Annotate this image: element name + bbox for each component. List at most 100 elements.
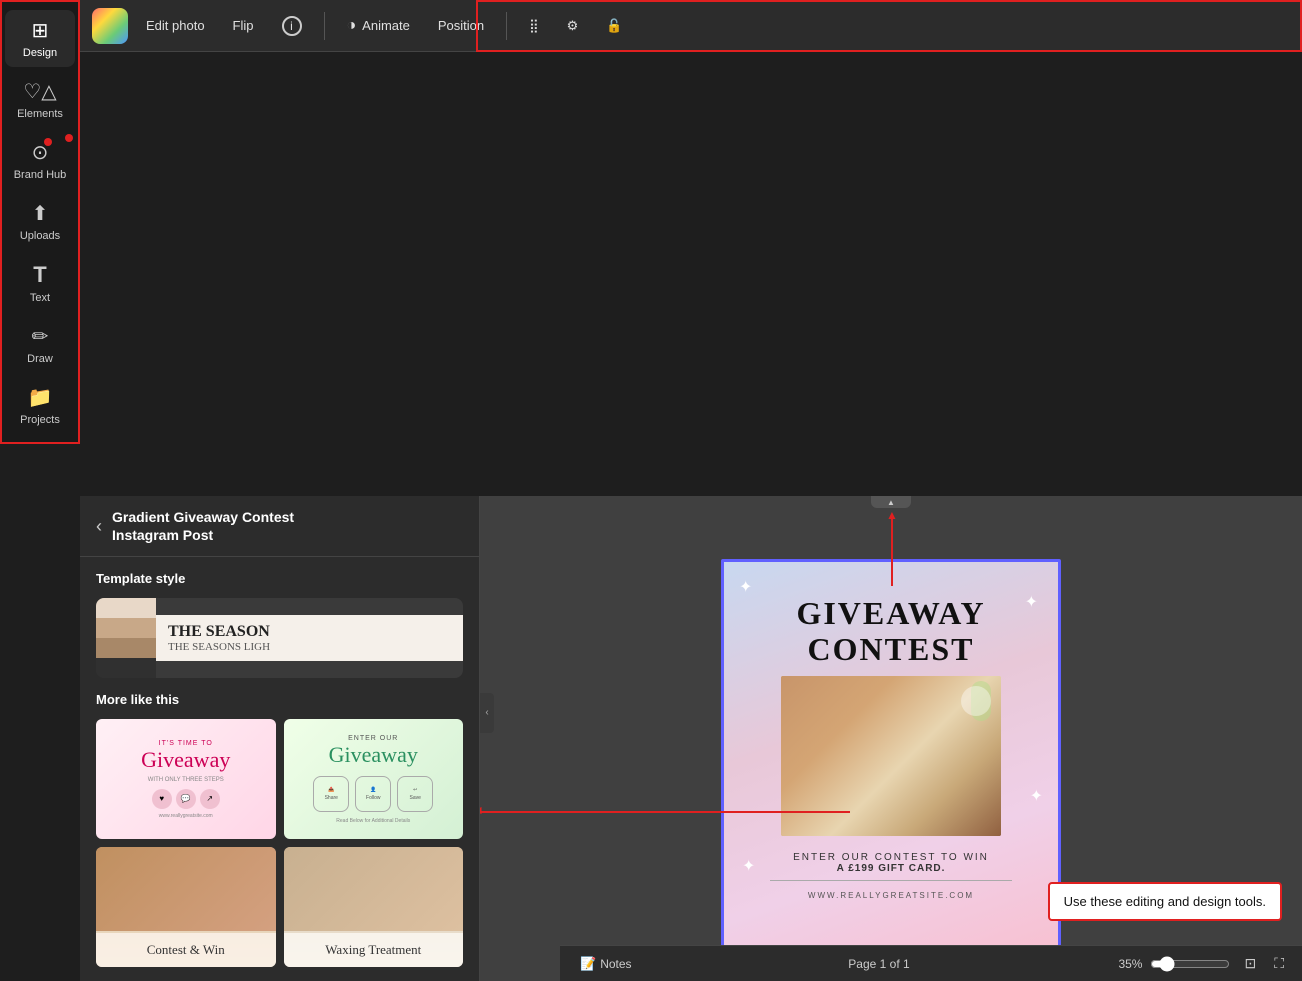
panel-wrapper: ‹ Gradient Giveaway Contest Instagram Po… (80, 444, 480, 981)
fullscreen-button[interactable]: ⛶ (1268, 953, 1290, 974)
canvas-content: ▲ ◄ 🗑 ··· ↻ (480, 496, 1302, 981)
edit-photo-button[interactable]: Edit photo (136, 12, 215, 39)
top-toolbar: Edit photo Flip i ◑ Animate Position ⣿ ⚙… (80, 0, 1302, 52)
t4-text: Waxing Treatment (325, 942, 421, 957)
red-arrow-left-icon: ◄ (480, 803, 484, 817)
t2-footer: Read Below for Additional Details (336, 818, 410, 824)
template-style-section: Template style THE SEASON THE SEASONS LI… (80, 557, 479, 692)
sidebar-item-draw-label: Draw (27, 353, 53, 365)
panel-collapse-button[interactable]: ‹ (480, 693, 494, 733)
t3-text-area: Contest & Win (96, 933, 276, 967)
swatch-4 (96, 658, 156, 678)
t1-sub: WITH ONLY THREE STEPS (148, 777, 224, 783)
swatch-1 (96, 598, 156, 618)
elements-icon: ♡△ (23, 79, 56, 104)
design-subtitle: ENTER OUR CONTEST TO WIN (793, 852, 989, 863)
info-icon: i (282, 16, 302, 36)
grid-icon: ⣿ (529, 18, 539, 34)
text-icon: T (33, 262, 46, 288)
template-style-card[interactable]: THE SEASON THE SEASONS LIGH (96, 598, 463, 678)
template-thumb-4[interactable]: Waxing Treatment (284, 847, 464, 967)
lock-button[interactable]: 🔓 (596, 12, 632, 40)
grid-button[interactable]: ⣿ (519, 12, 549, 40)
t1-title: IT'S TIME TO (159, 740, 213, 747)
sidebar-item-uploads[interactable]: ⬆ Uploads (5, 193, 75, 250)
t2-title: ENTER OUR (348, 735, 398, 742)
template-thumb-3[interactable]: Contest & Win (96, 847, 276, 967)
sparkle-4: ✦ (1030, 786, 1043, 806)
t2-step3: ↩Save (397, 776, 433, 812)
brand-hub-icon: ⊙ (32, 140, 49, 165)
sidebar-item-projects-label: Projects (20, 414, 60, 426)
draw-icon: ✏ (32, 324, 49, 349)
position-button[interactable]: Position (428, 12, 494, 39)
design-prize: A £199 GIFT CARD. (837, 863, 946, 874)
design-website: WWW.REALLYGREATSITE.COM (808, 891, 974, 900)
red-arrow-up-icon: ▲ (886, 508, 898, 522)
toolbar-divider-1 (324, 12, 325, 40)
plant-decor (971, 681, 991, 721)
lock-icon: 🔓 (606, 18, 622, 34)
projects-icon: 📁 (28, 385, 53, 410)
template-text-preview: THE SEASON THE SEASONS LIGH (156, 615, 463, 661)
notes-button[interactable]: 📝 Notes (572, 952, 640, 976)
panel-back-button[interactable]: ‹ (96, 516, 102, 537)
contest-heading: CONTEST (808, 631, 975, 668)
t3-text: Contest & Win (147, 942, 225, 957)
template-text-line1: THE SEASON (168, 623, 451, 641)
template-thumb-1[interactable]: IT'S TIME TO Giveaway WITH ONLY THREE ST… (96, 719, 276, 839)
sidebar-item-projects[interactable]: 📁 Projects (5, 377, 75, 434)
animate-icon: ◑ (347, 17, 357, 35)
sidebar-item-text[interactable]: T Text (5, 254, 75, 312)
zoom-value: 35% (1118, 957, 1142, 971)
sparkle-3: ✦ (742, 856, 755, 876)
design-icon: ⊞ (32, 18, 49, 43)
sidebar-item-elements[interactable]: ♡△ Elements (5, 71, 75, 128)
sidebar-item-brand-hub[interactable]: ⊙ Brand Hub (5, 132, 75, 189)
align-button[interactable]: ⚙ (557, 12, 589, 40)
t3-photo-area (96, 847, 276, 931)
t1-icons: ♥ 💬 ↗ (152, 789, 220, 809)
notes-icon: 📝 (580, 956, 596, 972)
template-thumb-2[interactable]: ENTER OUR Giveaway 📤Share 👤Follow ↩Save … (284, 719, 464, 839)
sparkle-1: ✦ (739, 577, 752, 597)
canvas-scroll[interactable]: ▲ ◄ 🗑 ··· ↻ (480, 496, 1302, 981)
color-swatches (96, 598, 156, 678)
bottom-bar: 📝 Notes Page 1 of 1 35% ⊡ ⛶ (560, 945, 1302, 981)
left-sidebar: ⊞ Design ♡△ Elements ⊙ Brand Hub ⬆ Uploa… (0, 0, 80, 444)
fit-screen-button[interactable]: ⊡ (1238, 953, 1262, 974)
info-button[interactable]: i (272, 10, 312, 42)
flip-button[interactable]: Flip (223, 12, 264, 39)
t2-step2: 👤Follow (355, 776, 391, 812)
sidebar-item-design-label: Design (23, 47, 57, 59)
design-panel: ‹ Gradient Giveaway Contest Instagram Po… (80, 496, 480, 981)
t1-website: www.reallygreatsite.com (159, 813, 213, 819)
swatch-2 (96, 618, 156, 638)
more-like-this-title: More like this (96, 692, 463, 707)
tooltip-bubble: Use these editing and design tools. (1048, 882, 1282, 921)
red-arrow-horizontal: ◄ (480, 811, 850, 813)
align-icon: ⚙ (567, 18, 579, 34)
toolbar-divider-2 (506, 12, 507, 40)
t1-main: Giveaway (141, 747, 230, 773)
sidebar-item-design[interactable]: ⊞ Design (5, 10, 75, 67)
sidebar-item-uploads-label: Uploads (20, 230, 60, 242)
t1-icon-share: ↗ (200, 789, 220, 809)
swatch-3 (96, 638, 156, 658)
gradient-button[interactable] (92, 8, 128, 44)
bottom-icons: ⊡ ⛶ (1238, 953, 1290, 974)
zoom-slider[interactable] (1150, 956, 1230, 972)
sidebar-item-text-label: Text (30, 292, 50, 304)
animate-button[interactable]: ◑ Animate (337, 11, 420, 41)
t1-icon-comment: 💬 (176, 789, 196, 809)
sidebar-item-elements-label: Elements (17, 108, 63, 120)
design-card[interactable]: 🗑 ··· ↻ ✦ ✦ ✦ ✦ GIVEAWAY CONTEST (721, 559, 1061, 959)
template-style-title: Template style (96, 571, 463, 586)
t1-icon-like: ♥ (152, 789, 172, 809)
zoom-controls: 35% (1118, 956, 1230, 972)
sidebar-item-draw[interactable]: ✏ Draw (5, 316, 75, 373)
t2-step1: 📤Share (313, 776, 349, 812)
t2-main: Giveaway (329, 742, 418, 768)
panel-title: Gradient Giveaway Contest Instagram Post (112, 508, 294, 544)
t4-text-area: Waxing Treatment (284, 933, 464, 967)
